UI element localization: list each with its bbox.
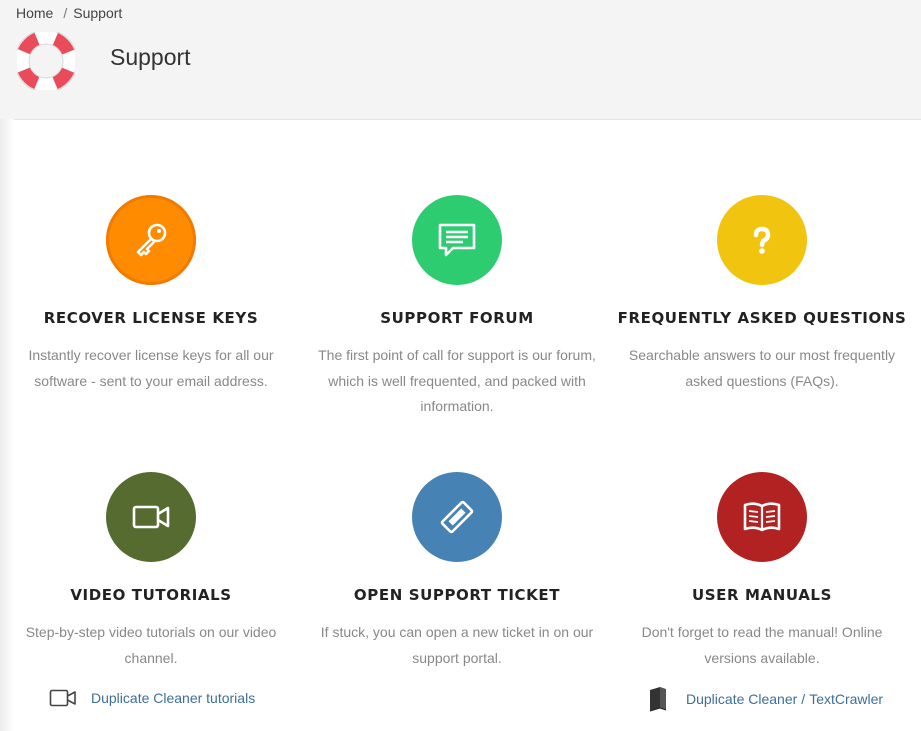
book-icon bbox=[649, 687, 667, 712]
card-description: If stuck, you can open a new ticket in o… bbox=[320, 624, 594, 666]
card-title: OPEN SUPPORT TICKET bbox=[353, 586, 561, 604]
links-separator: / bbox=[801, 691, 806, 707]
card-support-forum[interactable]: SUPPORT FORUM The first point of call fo… bbox=[307, 195, 607, 420]
breadcrumb-current: Support bbox=[73, 5, 123, 21]
video-camera-outline-icon bbox=[49, 689, 76, 707]
card-title: USER MANUALS bbox=[692, 586, 832, 604]
duplicate-cleaner-manual-link[interactable]: Duplicate Cleaner bbox=[686, 691, 797, 707]
card-title: RECOVER LICENSE KEYS bbox=[43, 309, 259, 327]
page-header: Home / Support Support bbox=[0, 0, 921, 120]
open-ticket-circle bbox=[412, 472, 502, 562]
page-title: Support bbox=[110, 44, 191, 70]
recover-license-circle bbox=[106, 195, 196, 285]
video-tutorials-circle bbox=[106, 472, 196, 562]
duplicate-cleaner-tutorials-link[interactable]: Duplicate Cleaner tutorials bbox=[91, 690, 255, 706]
chat-bubble-icon bbox=[438, 223, 476, 257]
card-description: Step-by-step video tutorials on our vide… bbox=[25, 624, 277, 666]
key-icon bbox=[136, 223, 167, 257]
card-recover-license-keys[interactable]: RECOVER LICENSE KEYS Instantly recover l… bbox=[1, 195, 301, 394]
card-open-support-ticket[interactable]: OPEN SUPPORT TICKET If stuck, you can op… bbox=[307, 472, 607, 671]
card-faq[interactable]: FREQUENTLY ASKED QUESTIONS Searchable an… bbox=[612, 195, 912, 394]
textcrawler-manual-link[interactable]: TextCrawler bbox=[809, 691, 883, 707]
card-title: VIDEO TUTORIALS bbox=[70, 586, 232, 604]
card-title: FREQUENTLY ASKED QUESTIONS bbox=[617, 309, 907, 327]
card-description: Instantly recover license keys for all o… bbox=[28, 347, 274, 389]
card-description: Don't forget to read the manual! Online … bbox=[641, 624, 883, 666]
card-title: SUPPORT FORUM bbox=[380, 309, 534, 327]
user-manuals-circle bbox=[717, 472, 807, 562]
breadcrumb-separator: / bbox=[63, 5, 68, 21]
support-forum-circle bbox=[412, 195, 502, 285]
ticket-icon bbox=[440, 500, 474, 534]
breadcrumb-home-link[interactable]: Home bbox=[16, 5, 53, 21]
card-user-manuals[interactable]: USER MANUALS Don't forget to read the ma… bbox=[612, 472, 912, 671]
video-tutorials-links: Duplicate Cleaner tutorials bbox=[49, 688, 255, 708]
card-description: Searchable answers to our most frequentl… bbox=[628, 347, 896, 389]
card-description: The first point of call for support is o… bbox=[318, 347, 596, 414]
open-book-icon bbox=[743, 502, 781, 532]
user-manuals-links: Duplicate Cleaner / TextCrawler bbox=[648, 686, 883, 712]
video-camera-icon bbox=[132, 505, 170, 529]
faq-circle bbox=[717, 195, 807, 285]
card-video-tutorials[interactable]: VIDEO TUTORIALS Step-by-step video tutor… bbox=[1, 472, 301, 671]
breadcrumb: Home / Support bbox=[16, 5, 126, 21]
lifebuoy-icon bbox=[17, 32, 75, 90]
question-mark-icon bbox=[753, 226, 771, 254]
